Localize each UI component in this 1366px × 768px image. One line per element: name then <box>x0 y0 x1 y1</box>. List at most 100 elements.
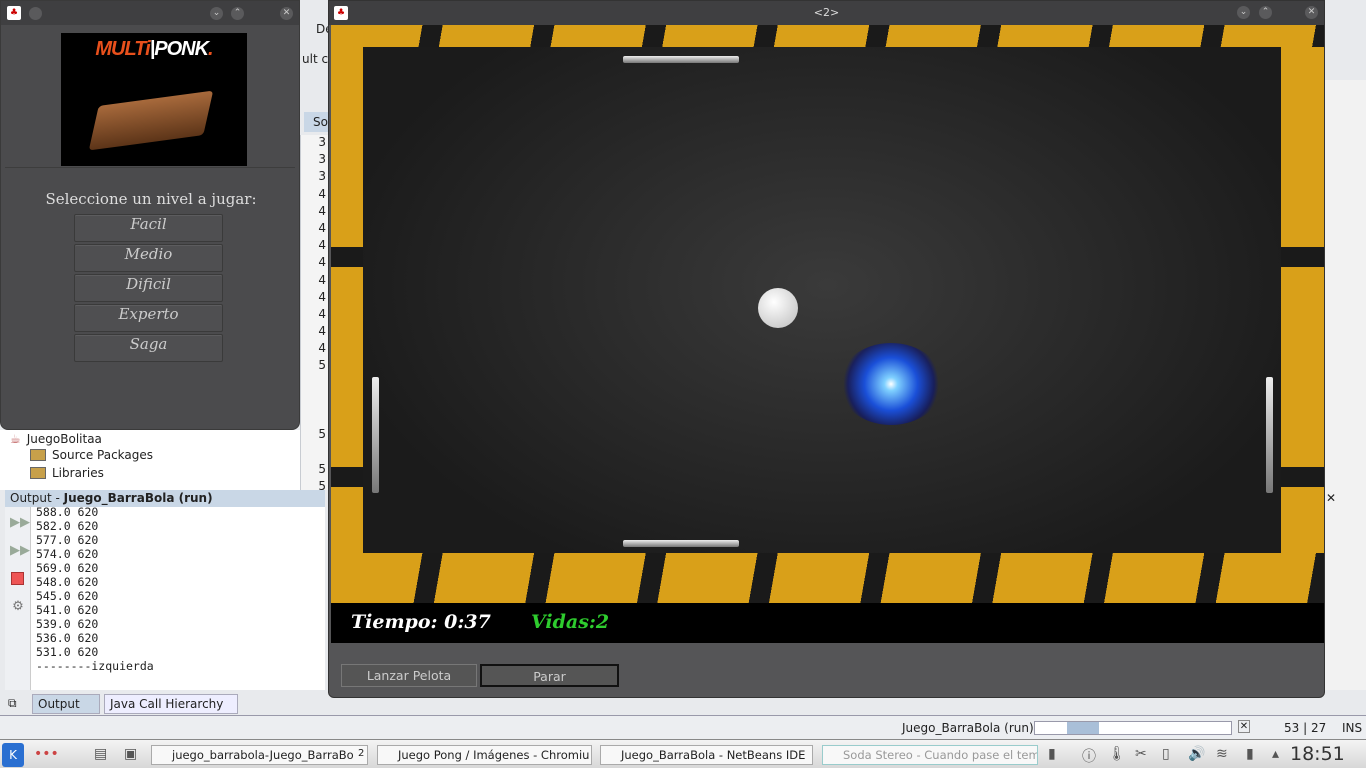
bottom-tabs: ⧉ Output Java Call Hierarchy <box>0 692 330 714</box>
time-label: Tiempo: 0:37 <box>351 611 491 633</box>
activities-icon[interactable]: ••• <box>34 746 59 762</box>
close-icon[interactable]: ✕ <box>1326 491 1336 505</box>
line-number: 4 <box>318 272 326 287</box>
line-number: 4 <box>318 186 326 201</box>
minimize-button[interactable]: ⌄ <box>1237 6 1250 19</box>
bottom-paddle <box>623 540 739 547</box>
output-line: --------izquierda <box>36 659 154 673</box>
maximize-button[interactable]: ⌃ <box>1259 6 1272 19</box>
right-paddle <box>1266 377 1273 493</box>
output-line: 531.0 620 <box>36 645 99 659</box>
output-line: 569.0 620 <box>36 561 99 575</box>
line-number: 5 <box>318 358 326 373</box>
game-titlebar: ♣ <2> ⌄ ⌃ ✕ <box>329 1 1324 25</box>
coffee-cup-icon: ☕ <box>10 432 21 446</box>
output-line: 548.0 620 <box>36 575 99 589</box>
toolbar-fragment: ult c <box>302 52 329 66</box>
game-board <box>331 25 1324 603</box>
top-paddle <box>623 56 739 63</box>
tray-expand-icon[interactable]: ▴ <box>1272 746 1279 762</box>
notes-icon[interactable]: ▯ <box>1162 746 1170 762</box>
level-saga-button[interactable]: Saga <box>74 334 223 362</box>
line-number: 4 <box>318 289 326 304</box>
launch-ball-button[interactable]: Lanzar Pelota <box>341 664 477 687</box>
output-toolbar: ▶▶ ▶▶ ⚙ <box>5 507 31 690</box>
close-button[interactable]: ✕ <box>1305 6 1318 19</box>
bottom-border <box>331 553 1324 603</box>
line-number: 3 <box>318 135 326 149</box>
left-border <box>331 47 363 555</box>
tab-output[interactable]: Output <box>32 694 100 714</box>
info-icon[interactable]: ⓘ <box>1082 746 1096 766</box>
line-number-gutter: 33344444444445555 <box>300 135 328 493</box>
editor-tab-fragment[interactable]: So <box>304 112 328 132</box>
line-number: 3 <box>318 169 326 184</box>
clock[interactable]: 18:51 <box>1290 743 1345 765</box>
level-dificil-button[interactable]: Dificil <box>74 274 223 302</box>
project-tree: ☕ JuegoBolitaa Source Packages Libraries <box>0 430 300 490</box>
kde-menu-icon[interactable]: K <box>2 743 24 767</box>
package-folder-icon <box>30 449 46 461</box>
java-app-icon: ♣ <box>7 6 21 20</box>
java-app-icon: ♣ <box>334 6 348 20</box>
line-number <box>301 410 328 427</box>
hud: Tiempo: 0:37 Vidas:2 <box>331 603 1324 643</box>
line-number <box>301 444 328 461</box>
line-number: 4 <box>318 238 326 253</box>
level-menu-window: ♣ ⌄ ⌃ ✕ MULTi|PONK. Seleccione un nivel a j… <box>0 0 300 430</box>
terminal-icon[interactable]: ▮ <box>1048 746 1056 762</box>
game-window: ♣ <2> ⌄ ⌃ ✕ Tiempo: 0:37 Vidas:2 <box>328 0 1325 698</box>
tree-item-libraries[interactable]: Libraries <box>30 466 104 480</box>
output-line: 536.0 620 <box>36 631 99 645</box>
show-desktop-icon[interactable]: ▣ <box>124 746 137 762</box>
scissors-icon[interactable]: ✂ <box>1135 746 1147 762</box>
stop-button[interactable]: Parar <box>480 664 619 687</box>
output-line: 541.0 620 <box>36 603 99 617</box>
run-progress-bar <box>1034 721 1232 735</box>
caret-position: 53 | 27 <box>1284 721 1327 735</box>
tree-item-project[interactable]: ☕ JuegoBolitaa <box>10 432 102 446</box>
line-number: 4 <box>318 220 326 235</box>
thermometer-icon[interactable]: 🌡 <box>1108 746 1126 762</box>
task-netbeans[interactable]: Juego_BarraBola - NetBeans IDE <box>600 745 813 765</box>
battery-icon[interactable]: ▮ <box>1246 746 1254 762</box>
level-experto-button[interactable]: Experto <box>74 304 223 332</box>
stop-icon[interactable] <box>11 572 24 585</box>
output-line: 545.0 620 <box>36 589 99 603</box>
top-border <box>331 25 1324 47</box>
cancel-run-icon[interactable]: ✕ <box>1238 720 1250 733</box>
output-line: 539.0 620 <box>36 617 99 631</box>
maximize-button[interactable]: ⌃ <box>231 6 244 20</box>
volume-icon[interactable]: 🔊 <box>1188 746 1205 762</box>
task-soda-stereo[interactable]: Soda Stereo - Cuando pase el tem <box>822 745 1038 765</box>
line-number <box>301 376 328 393</box>
close-button[interactable]: ✕ <box>280 6 293 20</box>
window-menu-button[interactable] <box>29 6 42 20</box>
rerun-icon[interactable]: ▶▶ <box>10 515 30 530</box>
task-chromium[interactable]: Juego Pong / Imágenes - Chromiu <box>377 745 592 765</box>
rerun-with-options-icon[interactable]: ▶▶ <box>10 543 30 558</box>
tree-item-source-packages[interactable]: Source Packages <box>30 448 153 462</box>
level-prompt: Seleccione un nivel a jugar: <box>45 190 257 208</box>
insert-mode: INS <box>1342 721 1363 735</box>
output-line: 577.0 620 <box>36 533 99 547</box>
level-medio-button[interactable]: Medio <box>74 244 223 272</box>
minimize-button[interactable]: ⌄ <box>210 6 223 20</box>
energy-powerup <box>839 343 943 425</box>
line-number: 4 <box>318 306 326 321</box>
level-facil-button[interactable]: Facil <box>74 214 223 242</box>
status-bar: Juego_BarraBola (run) ✕ 53 | 27 INS <box>0 715 1366 739</box>
clipboard-icon[interactable]: ▤ <box>94 746 107 762</box>
output-line: 588.0 620 <box>36 505 99 519</box>
settings-icon[interactable]: ⚙ <box>10 599 26 614</box>
line-number: 4 <box>318 255 326 270</box>
tab-java-call-hierarchy[interactable]: Java Call Hierarchy <box>104 694 238 714</box>
line-number <box>301 393 328 410</box>
task-juego-barrabola[interactable]: juego_barrabola-Juego_BarraBo <box>151 745 368 765</box>
wifi-icon[interactable]: ≋ <box>1216 746 1228 762</box>
output-text: 588.0 620 582.0 620 577.0 620 574.0 620 569.… <box>36 505 154 673</box>
line-number: 4 <box>318 341 326 356</box>
restore-window-icon[interactable]: ⧉ <box>8 696 17 711</box>
taskbar: K ••• ▤ ▣ juego_barrabola-Juego_BarraBo … <box>0 739 1366 768</box>
line-number: 5 <box>318 427 326 442</box>
